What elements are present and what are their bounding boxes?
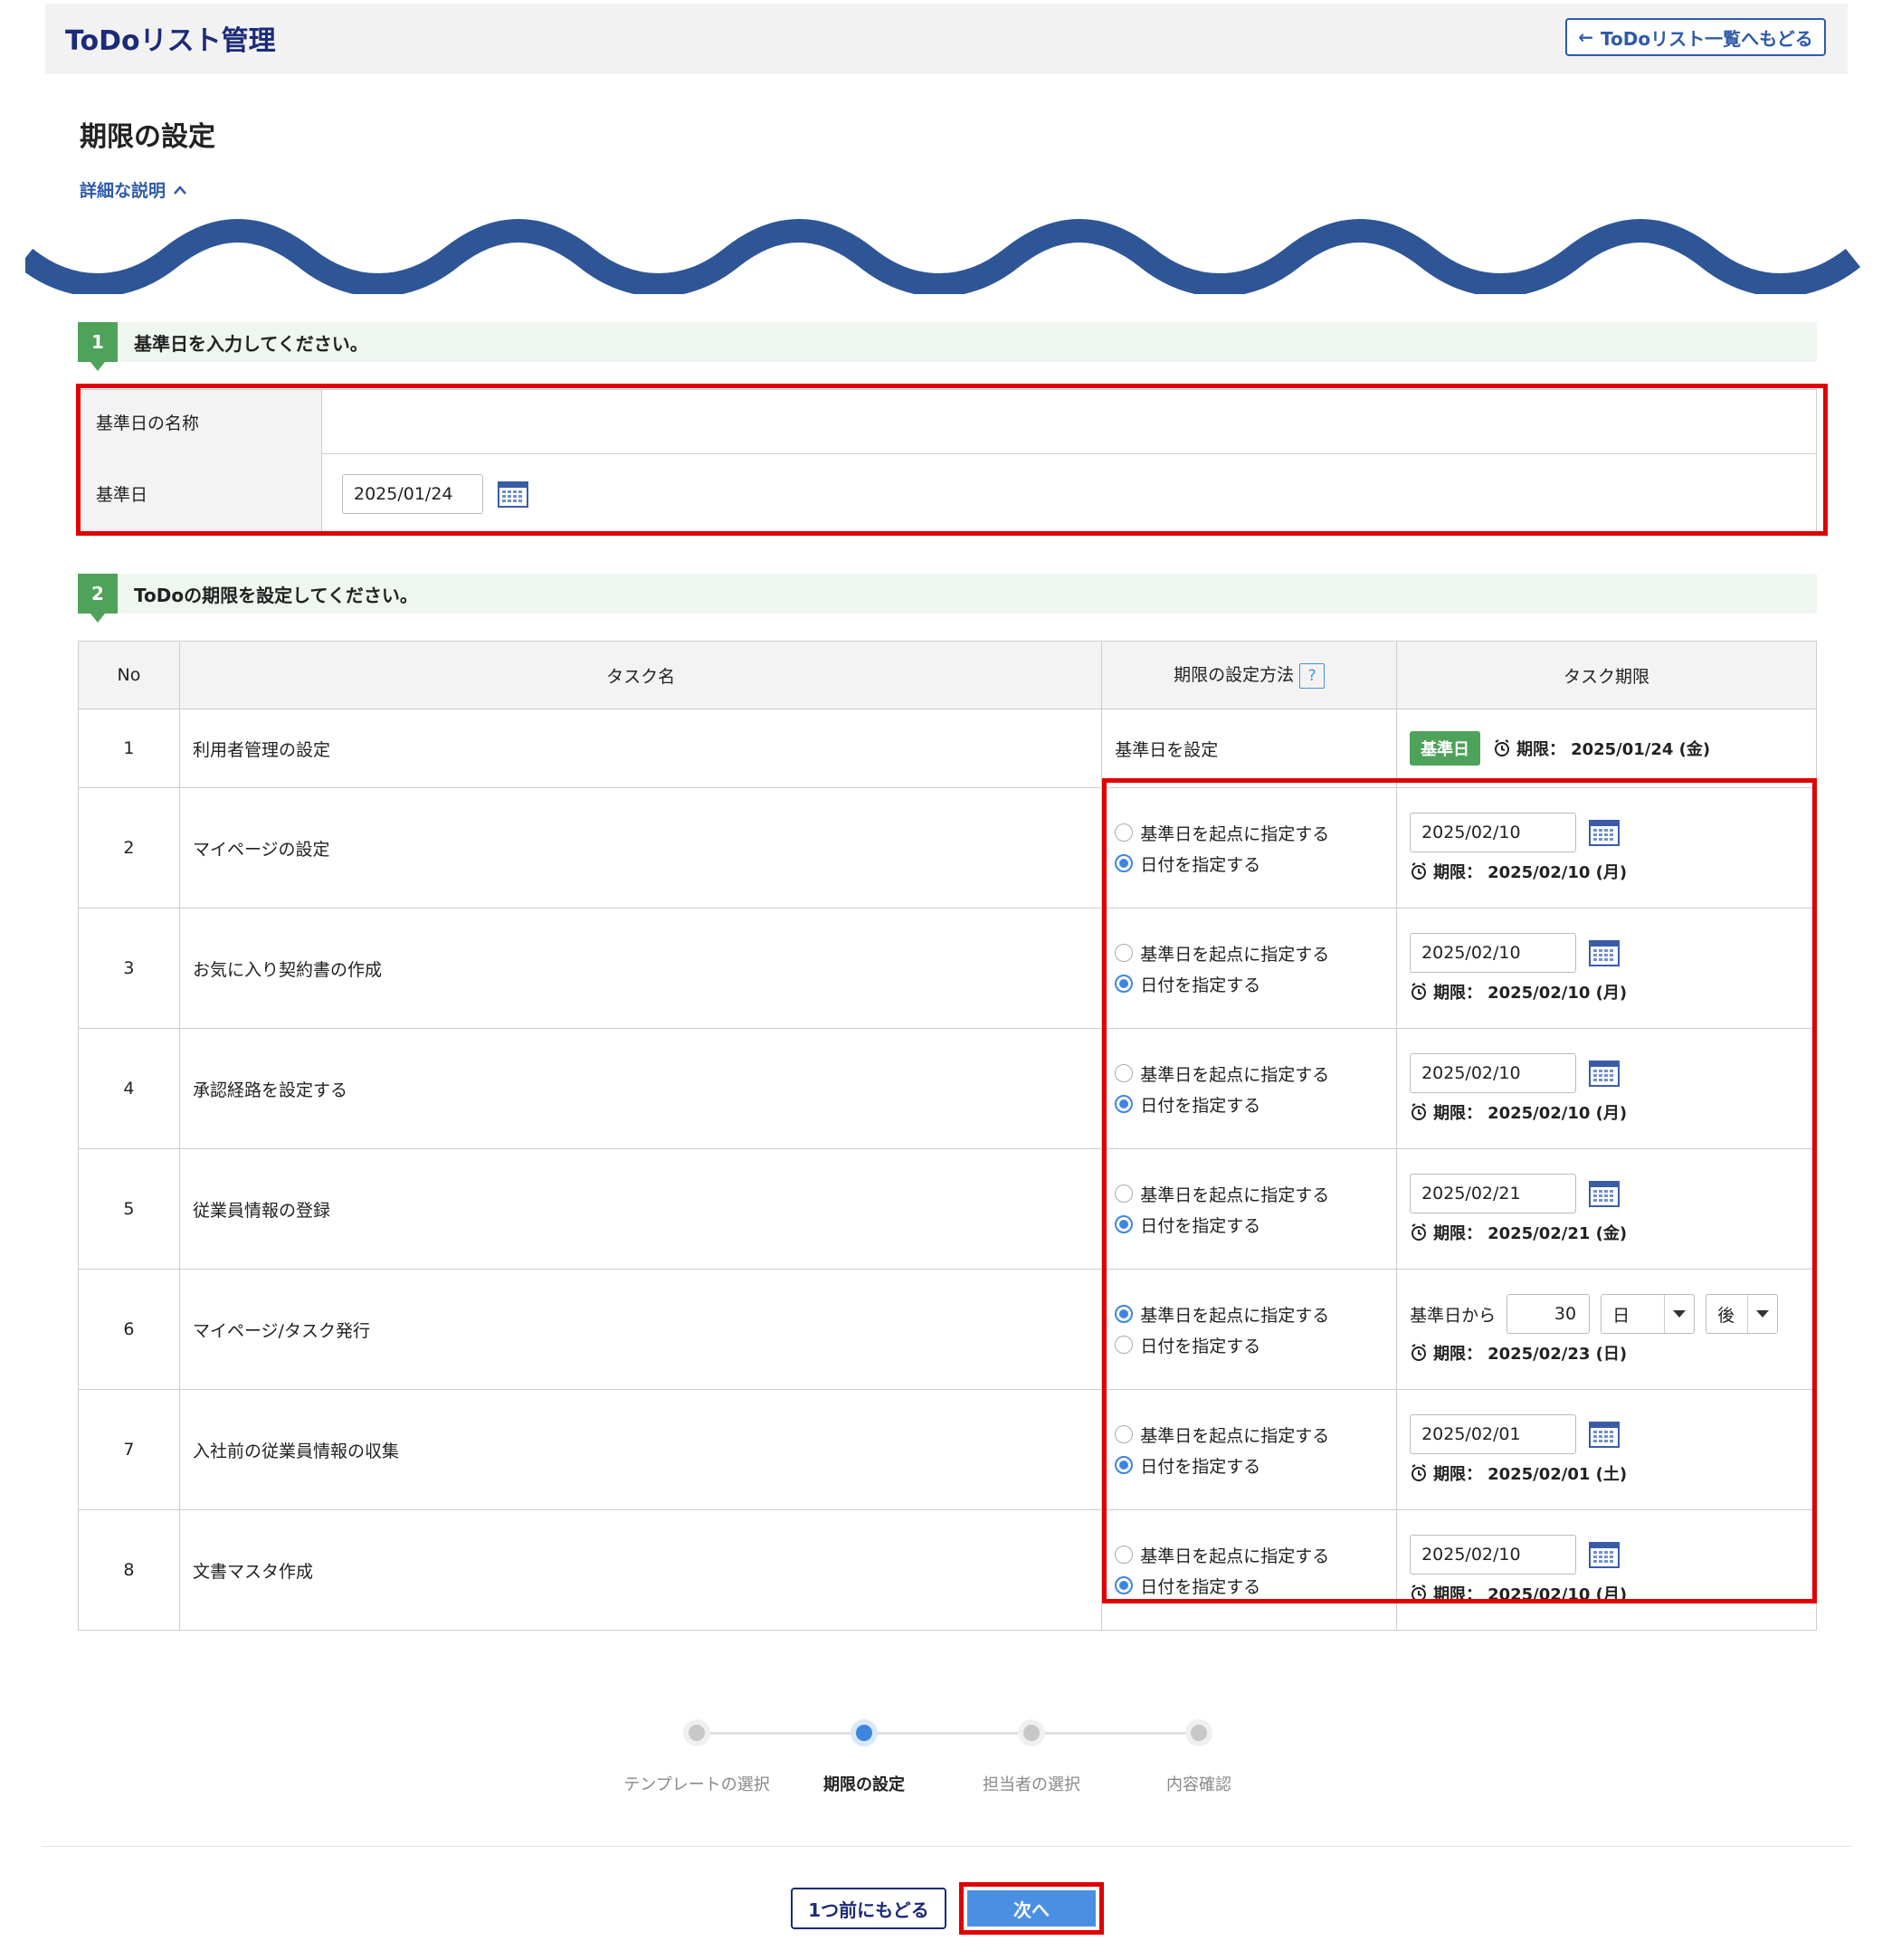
col-task: タスク名 (178, 641, 1103, 709)
app-title: ToDoリスト管理 (65, 25, 276, 57)
base-date-highlight (76, 384, 1828, 536)
step-dot-4 (1185, 1719, 1212, 1746)
deadline-prefix: 期限： (1516, 740, 1566, 759)
method-text: 基準日を設定 (1115, 739, 1219, 760)
section2-heading-text: ToDoの期限を設定してください。 (134, 584, 418, 606)
row-no: 8 (78, 1509, 180, 1631)
step-dot-3 (1018, 1719, 1045, 1746)
row-no: 1 (78, 709, 180, 788)
row-task-name: 従業員情報の登録 (178, 1148, 1103, 1270)
wave-divider-icon (25, 219, 1861, 294)
row-task-name: マイページの設定 (178, 787, 1103, 909)
row-no: 5 (78, 1148, 180, 1270)
base-date-tag: 基準日 (1410, 731, 1481, 766)
back-to-list-button[interactable]: ← ToDoリスト一覧へもどる (1565, 18, 1826, 56)
section1-heading-text: 基準日を入力してください。 (134, 332, 368, 355)
row-task-name: 入社前の従業員情報の収集 (178, 1389, 1103, 1510)
footer-divider (42, 1846, 1851, 1847)
table-row: 1 利用者管理の設定 基準日を設定 基準日 期限： 2025/01/24 (金) (78, 709, 1817, 788)
arrow-left-icon: ← (1578, 26, 1594, 48)
step-dot-1 (683, 1719, 710, 1746)
deadline-value: 2025/01/24 (金) (1571, 740, 1711, 759)
row-no: 2 (78, 787, 180, 909)
table-header-row: No タスク名 期限の設定方法? タスク期限 (78, 641, 1817, 709)
row-task-name: 利用者管理の設定 (178, 709, 1103, 788)
section1-heading: 1 基準日を入力してください。 (78, 322, 1817, 371)
next-highlight: 次へ (959, 1882, 1104, 1935)
step-label-4: 内容確認 (1166, 1775, 1231, 1794)
section2-heading: 2 ToDoの期限を設定してください。 (78, 574, 1817, 623)
clock-icon (1495, 739, 1510, 756)
row-no: 7 (78, 1389, 180, 1510)
col-method-label: 期限の設定方法 (1174, 665, 1295, 686)
chevron-up-icon (174, 185, 186, 195)
row-task-name: お気に入り契約書の作成 (178, 908, 1103, 1029)
page-title: 期限の設定 (80, 121, 215, 153)
back-to-list-label: ToDoリスト一覧へもどる (1601, 27, 1813, 50)
step-dot-2 (851, 1719, 878, 1746)
row-deadline: 基準日 期限： 2025/01/24 (金) (1396, 709, 1817, 788)
row-task-name: 承認経路を設定する (178, 1028, 1103, 1149)
section2-number: 2 (78, 574, 118, 623)
row-task-name: マイページ/タスク発行 (178, 1269, 1103, 1390)
method-deadline-highlight (1102, 778, 1817, 1603)
prev-button[interactable]: 1つ前にもどる (791, 1888, 946, 1929)
row-no: 6 (78, 1269, 180, 1390)
section1-number: 1 (78, 322, 118, 371)
next-button[interactable]: 次へ (967, 1890, 1096, 1927)
row-task-name: 文書マスタ作成 (178, 1509, 1103, 1631)
row-no: 4 (78, 1028, 180, 1149)
stepper-track (697, 1732, 1194, 1735)
col-method: 期限の設定方法? (1101, 641, 1398, 709)
help-icon[interactable]: ? (1299, 662, 1326, 689)
deadline-line: 期限： 2025/01/24 (金) (1493, 737, 1710, 760)
col-no: No (78, 641, 180, 709)
row-method: 基準日を設定 (1101, 709, 1398, 788)
row-no: 3 (78, 908, 180, 1029)
col-deadline: タスク期限 (1396, 641, 1817, 709)
